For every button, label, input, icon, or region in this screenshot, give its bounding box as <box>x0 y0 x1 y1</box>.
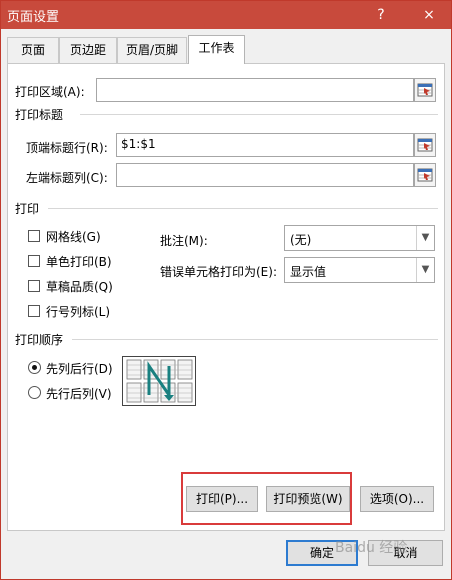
cell-errors-select[interactable]: 显示值 ▼ <box>284 257 435 283</box>
page-order-preview <box>122 356 196 406</box>
print-area-input[interactable] <box>96 78 414 102</box>
comments-value: (无) <box>290 233 312 247</box>
row-col-headings-label[interactable]: 行号列标(L) <box>46 303 110 320</box>
options-button[interactable]: 选项(O)... <box>360 486 434 512</box>
row-col-headings-checkbox[interactable] <box>28 305 40 317</box>
range-select-icon <box>417 168 433 182</box>
columns-to-repeat-input[interactable] <box>116 163 414 187</box>
range-select-icon <box>417 83 433 97</box>
print-titles-divider <box>80 114 438 115</box>
black-white-label[interactable]: 单色打印(B) <box>46 253 112 270</box>
rows-to-repeat-label: 顶端标题行(R): <box>26 141 108 155</box>
close-button[interactable]: × <box>413 1 445 29</box>
print-preview-button[interactable]: 打印预览(W) <box>266 486 350 512</box>
rows-ref-button[interactable] <box>414 133 436 157</box>
range-select-icon <box>417 138 433 152</box>
cell-errors-value: 显示值 <box>290 265 327 279</box>
print-titles-heading: 打印标题 <box>15 108 64 122</box>
draft-quality-label[interactable]: 草稿品质(Q) <box>46 278 113 295</box>
columns-ref-button[interactable] <box>414 163 436 187</box>
watermark: Baidu 经验 <box>335 540 408 556</box>
chevron-down-icon: ▼ <box>416 258 434 282</box>
black-white-checkbox[interactable] <box>28 255 40 267</box>
page-setup-dialog: 页面设置 ? × 页面 页边距 页眉/页脚 工作表 打印区域(A): 打印标题 … <box>0 0 452 580</box>
page-order-heading: 打印顺序 <box>15 333 64 347</box>
print-button[interactable]: 打印(P)... <box>186 486 258 512</box>
rows-to-repeat-input[interactable]: $1:$1 <box>116 133 414 157</box>
tab-sheet[interactable]: 工作表 <box>188 35 245 64</box>
print-heading: 打印 <box>15 202 40 216</box>
print-area-ref-button[interactable] <box>414 78 436 102</box>
comments-label: 批注(M): <box>160 234 208 248</box>
page-order-divider <box>72 339 438 340</box>
sheet-panel: 打印区域(A): 打印标题 顶端标题行(R): $1:$1 左端标题列(C): … <box>7 63 445 531</box>
gridlines-label[interactable]: 网格线(G) <box>46 228 101 245</box>
tab-page[interactable]: 页面 <box>7 37 59 63</box>
down-then-over-radio[interactable] <box>28 361 41 374</box>
print-divider <box>48 208 438 209</box>
title-bar: 页面设置 ? × <box>1 1 451 29</box>
window-title: 页面设置 <box>7 10 60 25</box>
tab-margins[interactable]: 页边距 <box>59 37 117 63</box>
down-then-over-label[interactable]: 先列后行(D) <box>46 360 113 377</box>
page-order-diagram-icon <box>126 359 193 403</box>
print-area-label: 打印区域(A): <box>15 85 85 99</box>
tab-header-footer[interactable]: 页眉/页脚 <box>117 37 187 63</box>
draft-quality-checkbox[interactable] <box>28 280 40 292</box>
help-button[interactable]: ? <box>365 1 397 29</box>
over-then-down-label[interactable]: 先行后列(V) <box>46 385 112 402</box>
cell-errors-label: 错误单元格打印为(E): <box>160 265 277 279</box>
gridlines-checkbox[interactable] <box>28 230 40 242</box>
comments-select[interactable]: (无) ▼ <box>284 225 435 251</box>
chevron-down-icon: ▼ <box>416 226 434 250</box>
columns-to-repeat-label: 左端标题列(C): <box>26 171 108 185</box>
over-then-down-radio[interactable] <box>28 386 41 399</box>
